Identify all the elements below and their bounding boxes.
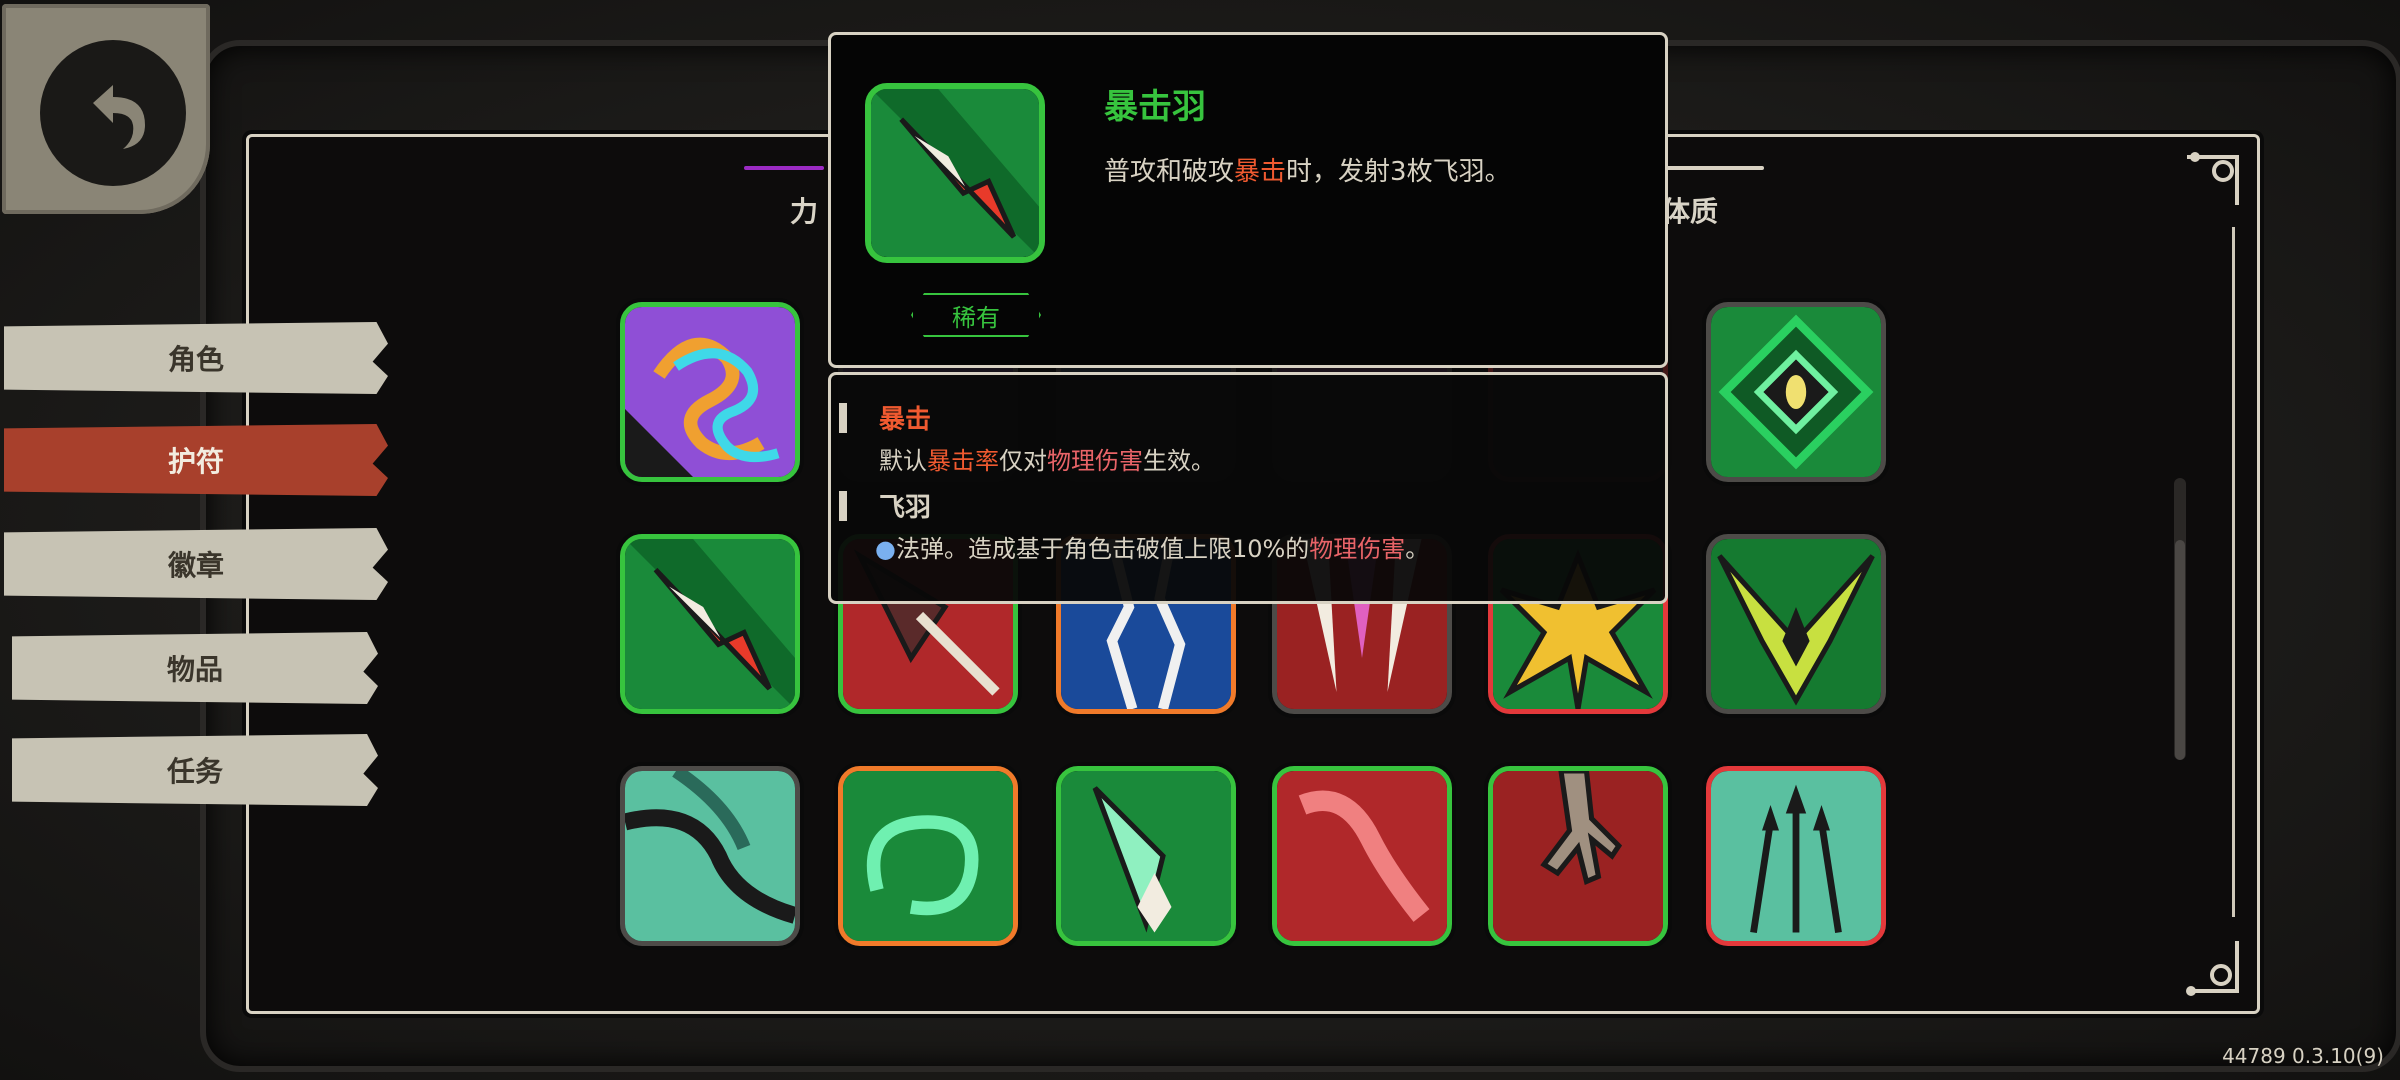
stat-strength[interactable]: 力 <box>790 190 818 230</box>
crit-feather-arrow-icon <box>625 539 795 709</box>
tooltip-amulet-icon <box>865 83 1045 263</box>
tooltip-title: 暴击羽 <box>1104 87 1206 127</box>
tab-badge[interactable]: 徽章 <box>4 528 388 600</box>
kw-span: 物理伤害 <box>1309 535 1406 563</box>
green-swirl-icon <box>843 771 1013 941</box>
amulet-slot[interactable] <box>1056 766 1236 946</box>
crit-feather-arrow-icon <box>871 89 1039 257</box>
amulet-tooltip: 暴击羽 普攻和破攻暴击时，发射3枚飞羽。 稀有 <box>828 32 1668 368</box>
green-wings-icon <box>1711 539 1881 709</box>
stat-constitution[interactable]: 体质 <box>1662 190 1718 230</box>
amulet-slot[interactable] <box>1272 766 1452 946</box>
triple-spear-icon <box>1711 771 1881 941</box>
panel-divider <box>2232 227 2235 917</box>
amulet-slot-selected[interactable] <box>620 534 800 714</box>
desc-suffix: 时，发射3枚飞羽。 <box>1286 157 1511 187</box>
keyword-marker <box>839 491 847 521</box>
kw-span: 法弹。造成基于角色击破值上限10%的 <box>895 535 1310 563</box>
amulet-slot[interactable] <box>620 766 800 946</box>
back-button[interactable] <box>2 4 210 214</box>
keyword-title: 暴击 <box>879 405 932 435</box>
stat-bar-constitution <box>1664 166 1764 170</box>
keyword-tooltip: 暴击 默认暴击率仅对物理伤害生效。 飞羽 ●法弹。造成基于角色击破值上限10%的… <box>828 372 1668 604</box>
keyword-marker <box>839 403 847 433</box>
tab-amulet[interactable]: 护符 <box>4 424 388 496</box>
kw-span: 默认 <box>879 447 927 475</box>
tooltip-description: 普攻和破攻暴击时，发射3枚飞羽。 <box>1104 151 1511 188</box>
keyword-text: 默认暴击率仅对物理伤害生效。 <box>879 441 1215 476</box>
purple-serpent-icon <box>625 307 795 477</box>
kw-span: 暴击率 <box>927 447 999 475</box>
version-label: 44789 0.3.10(9) <box>2222 1044 2384 1068</box>
kw-span: 物理伤害 <box>1047 447 1143 475</box>
scrollbar-thumb[interactable] <box>2175 540 2185 760</box>
tab-role[interactable]: 角色 <box>4 322 388 394</box>
amulet-slot[interactable] <box>1488 766 1668 946</box>
magic-bullet-icon: ● <box>875 535 896 563</box>
kw-span: 仅对 <box>999 447 1047 475</box>
back-arrow-icon <box>40 40 186 186</box>
keyword-title: 飞羽 <box>879 493 932 523</box>
teal-wave-icon <box>625 771 795 941</box>
amulet-slot[interactable] <box>1706 302 1886 482</box>
ornament-corner-icon <box>2186 941 2239 996</box>
kw-span: 生效。 <box>1143 447 1215 475</box>
desc-highlight: 暴击 <box>1234 157 1287 187</box>
keyword-text: ●法弹。造成基于角色击破值上限10%的物理伤害。 <box>875 529 1429 564</box>
green-diamond-eye-icon <box>1711 307 1881 477</box>
amulet-slot[interactable] <box>1706 534 1886 714</box>
rarity-label: 稀有 <box>952 303 1000 332</box>
amulet-slot[interactable] <box>838 766 1018 946</box>
kw-span: 。 <box>1405 535 1430 563</box>
rarity-badge: 稀有 <box>911 293 1041 337</box>
amulet-slot[interactable] <box>1706 766 1886 946</box>
amulet-slot[interactable] <box>620 302 800 482</box>
desc-prefix: 普攻和破攻 <box>1104 157 1235 187</box>
green-crystal-icon <box>1061 771 1231 941</box>
tab-quests[interactable]: 任务 <box>12 734 378 806</box>
red-serpent-icon <box>1277 771 1447 941</box>
tab-items[interactable]: 物品 <box>12 632 378 704</box>
ornament-corner-icon <box>2187 152 2239 205</box>
grasping-hand-icon <box>1493 771 1663 941</box>
stat-bar-strength <box>744 166 824 170</box>
